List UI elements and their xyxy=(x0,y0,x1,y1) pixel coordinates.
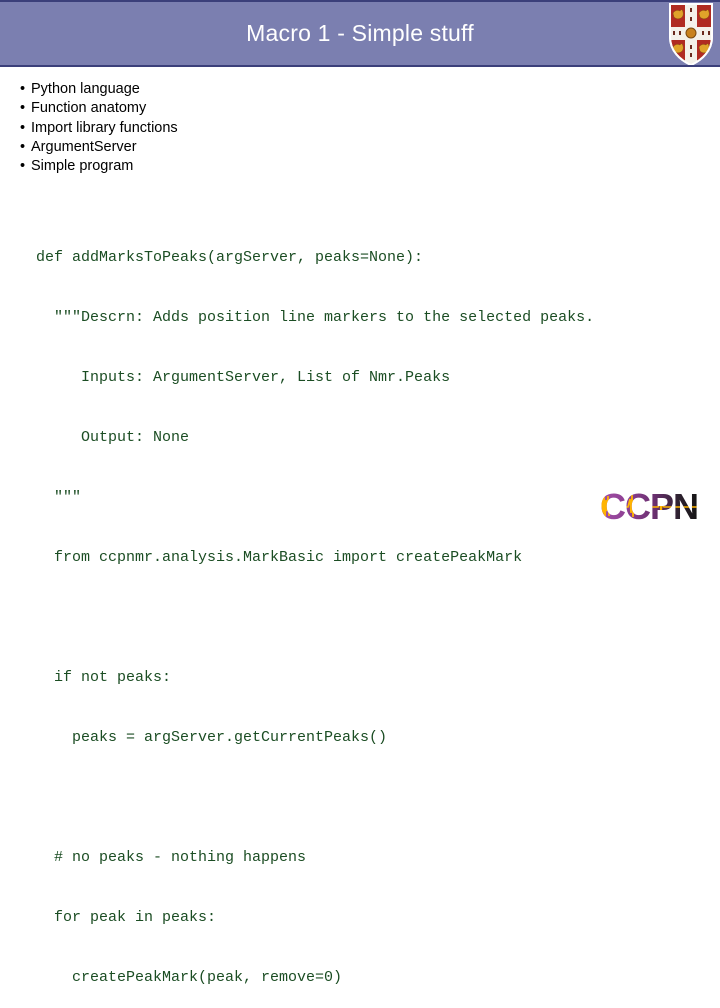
bullet-marker: • xyxy=(20,119,26,136)
ccpn-logo: CCPN CCPN xyxy=(600,486,699,527)
list-item: • Python language xyxy=(20,80,500,99)
list-item: • Function anatomy xyxy=(20,99,500,118)
page-title: Macro 1 - Simple stuff xyxy=(246,20,474,46)
code-line: for peak in peaks: xyxy=(36,909,217,926)
list-item: • Simple program xyxy=(20,157,500,176)
bullet-text: Function anatomy xyxy=(31,100,147,117)
code-line: def addMarksToPeaks(argServer, peaks=Non… xyxy=(36,249,424,266)
code-line: Output: None xyxy=(36,429,190,446)
code-line: """ xyxy=(36,489,82,506)
bullet-marker: • xyxy=(20,158,26,175)
code-line: Inputs: ArgumentServer, List of Nmr.Peak… xyxy=(36,369,451,386)
bullet-list: • Python language • Function anatomy • Impo… xyxy=(20,80,500,176)
cambridge-university-crest-icon xyxy=(669,3,713,65)
code-listing: def addMarksToPeaks(argServer, peaks=Non… xyxy=(36,208,696,1008)
code-line: # no peaks - nothing happens xyxy=(36,849,307,866)
bullet-text: ArgumentServer xyxy=(31,138,137,155)
list-item: • Import library functions xyxy=(20,119,500,138)
code-line: from ccpnmr.analysis.MarkBasic import cr… xyxy=(36,549,523,566)
code-line: createPeakMark(peak, remove=0) xyxy=(36,969,343,986)
list-item: • ArgumentServer xyxy=(20,138,500,157)
bullet-text: Import library functions xyxy=(31,119,178,136)
code-line: if not peaks: xyxy=(36,669,172,686)
bullet-text: Simple program xyxy=(31,158,134,175)
slide-header-banner: Macro 1 - Simple stuff xyxy=(0,0,720,67)
bullet-marker: • xyxy=(20,81,26,97)
bullet-marker: • xyxy=(20,138,26,155)
bullet-text: Python language xyxy=(31,81,140,97)
code-line: peaks = argServer.getCurrentPeaks() xyxy=(36,729,388,746)
bullet-marker: • xyxy=(20,100,26,117)
code-line: """Descrn: Adds position line markers to… xyxy=(36,309,595,326)
